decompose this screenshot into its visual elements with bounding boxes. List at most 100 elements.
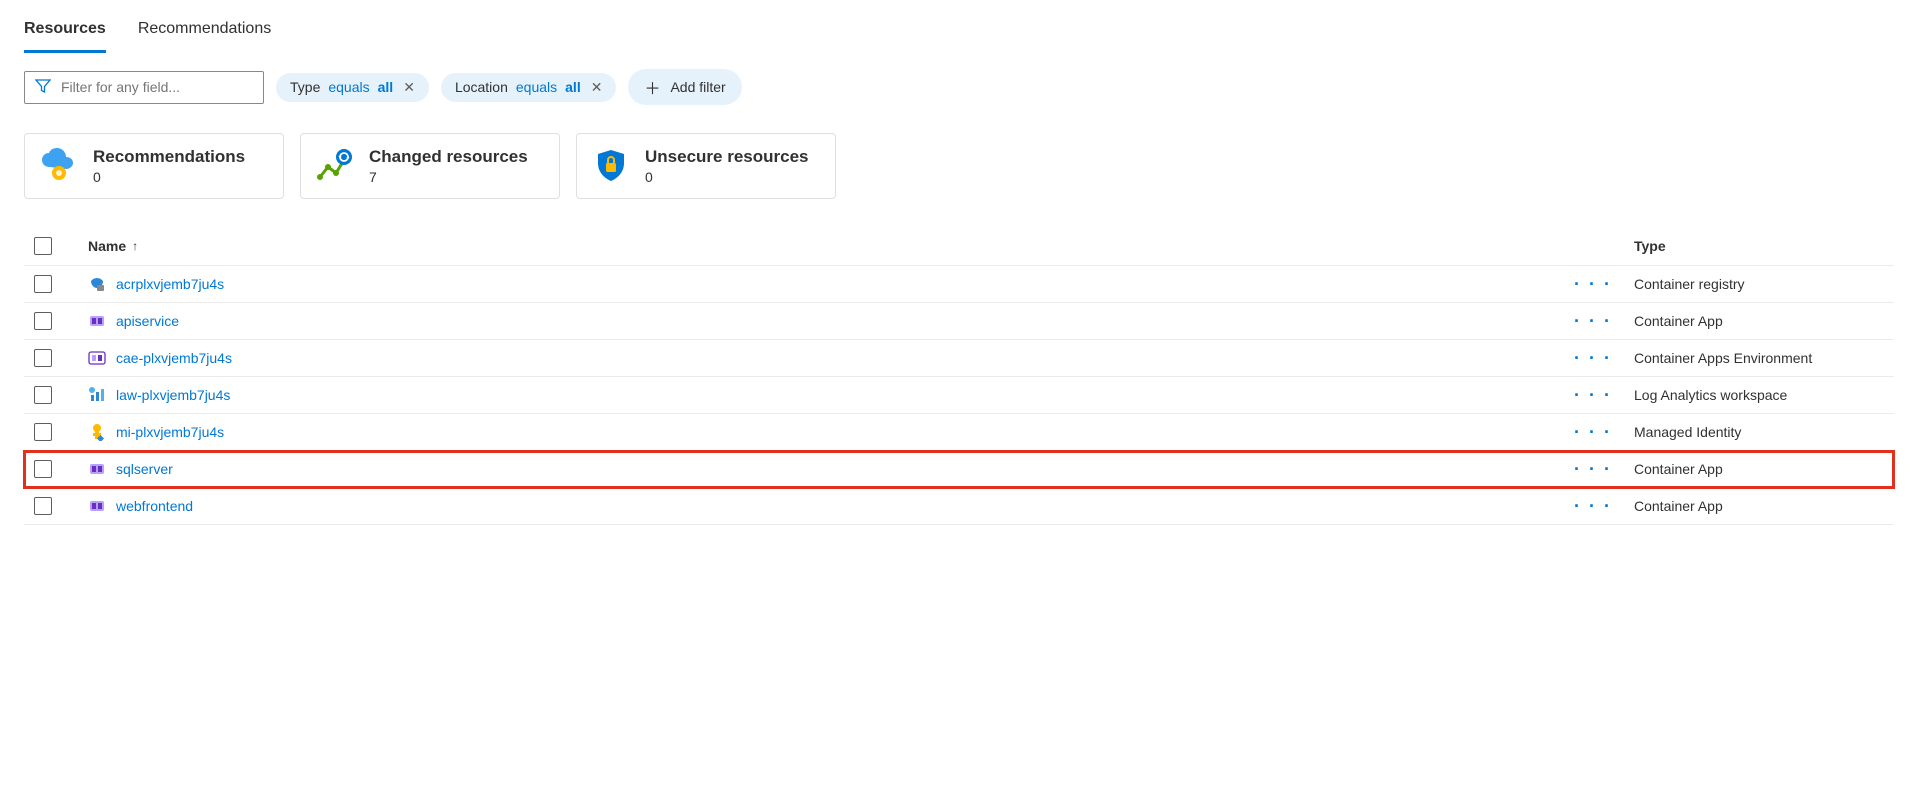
- table-row: law-plxvjemb7ju4s · · · Log Analytics work…: [24, 377, 1894, 414]
- row-name-cell: cae-plxvjemb7ju4s: [88, 349, 1574, 367]
- column-header-type[interactable]: Type: [1634, 238, 1894, 254]
- tab-recommendations[interactable]: Recommendations: [138, 12, 271, 53]
- add-filter-button[interactable]: ＋ Add filter: [628, 69, 741, 105]
- row-type-cell: Container registry: [1634, 276, 1894, 292]
- card-unsecure-count: 0: [645, 169, 808, 185]
- filter-pill-location-label: Location: [455, 79, 508, 95]
- row-checkbox-cell: [34, 275, 88, 293]
- row-actions-cell: · · ·: [1574, 423, 1634, 441]
- table-row: acrplxvjemb7ju4s · · · Container registry: [24, 266, 1894, 303]
- resource-link[interactable]: mi-plxvjemb7ju4s: [116, 424, 224, 440]
- containerapp-icon: [88, 312, 106, 330]
- changed-icon: [315, 146, 355, 186]
- tabs-bar: Resources Recommendations: [24, 0, 1894, 53]
- table-header: Name ↑ Type: [24, 227, 1894, 266]
- resource-link[interactable]: webfrontend: [116, 498, 193, 514]
- row-checkbox[interactable]: [34, 275, 52, 293]
- law-icon: [88, 386, 106, 404]
- row-checkbox[interactable]: [34, 497, 52, 515]
- column-header-name-label: Name: [88, 238, 126, 254]
- row-type-cell: Container Apps Environment: [1634, 350, 1894, 366]
- row-actions-cell: · · ·: [1574, 386, 1634, 404]
- row-checkbox-cell: [34, 386, 88, 404]
- row-type-cell: Container App: [1634, 313, 1894, 329]
- table-row: webfrontend · · · Container App: [24, 488, 1894, 525]
- resource-link[interactable]: law-plxvjemb7ju4s: [116, 387, 230, 403]
- row-checkbox[interactable]: [34, 386, 52, 404]
- containerapp-icon: [88, 460, 106, 478]
- identity-icon: [88, 423, 106, 441]
- resource-link[interactable]: apiservice: [116, 313, 179, 329]
- card-changed-title: Changed resources: [369, 147, 528, 167]
- row-checkbox-cell: [34, 497, 88, 515]
- filter-pill-location[interactable]: Location equals all ✕: [441, 73, 617, 102]
- caenv-icon: [88, 349, 106, 367]
- card-unsecure-resources[interactable]: Unsecure resources 0: [576, 133, 836, 199]
- add-filter-label: Add filter: [670, 79, 725, 95]
- header-checkbox-cell: [34, 237, 88, 255]
- recommendations-icon: [39, 146, 79, 186]
- tab-resources[interactable]: Resources: [24, 12, 106, 53]
- card-recommendations-title: Recommendations: [93, 147, 245, 167]
- column-header-name[interactable]: Name ↑: [88, 238, 1574, 254]
- row-actions-cell: · · ·: [1574, 460, 1634, 478]
- row-checkbox-cell: [34, 312, 88, 330]
- filter-pill-type-op: equals: [328, 79, 369, 95]
- more-actions-button[interactable]: · · ·: [1574, 275, 1612, 293]
- containerapp-icon: [88, 497, 106, 515]
- more-actions-button[interactable]: · · ·: [1574, 312, 1612, 330]
- filter-pill-type-val: all: [378, 79, 394, 95]
- filter-pill-type-label: Type: [290, 79, 320, 95]
- more-actions-button[interactable]: · · ·: [1574, 349, 1612, 367]
- row-checkbox-cell: [34, 423, 88, 441]
- filter-pill-location-op: equals: [516, 79, 557, 95]
- row-name-cell: apiservice: [88, 312, 1574, 330]
- row-checkbox[interactable]: [34, 312, 52, 330]
- registry-icon: [88, 275, 106, 293]
- row-actions-cell: · · ·: [1574, 275, 1634, 293]
- resource-link[interactable]: acrplxvjemb7ju4s: [116, 276, 224, 292]
- row-name-cell: webfrontend: [88, 497, 1574, 515]
- row-checkbox[interactable]: [34, 349, 52, 367]
- resource-link[interactable]: sqlserver: [116, 461, 173, 477]
- row-checkbox[interactable]: [34, 460, 52, 478]
- filter-input[interactable]: [61, 79, 253, 95]
- filter-input-wrapper[interactable]: [24, 71, 264, 104]
- table-row: sqlserver · · · Container App: [24, 451, 1894, 488]
- filter-bar: Type equals all ✕ Location equals all ✕ …: [24, 69, 1894, 105]
- filter-pill-type[interactable]: Type equals all ✕: [276, 73, 429, 102]
- row-checkbox-cell: [34, 460, 88, 478]
- row-type-cell: Container App: [1634, 498, 1894, 514]
- card-unsecure-title: Unsecure resources: [645, 147, 808, 167]
- row-actions-cell: · · ·: [1574, 312, 1634, 330]
- row-checkbox[interactable]: [34, 423, 52, 441]
- table-row: cae-plxvjemb7ju4s · · · Container Apps Env…: [24, 340, 1894, 377]
- card-changed-resources[interactable]: Changed resources 7: [300, 133, 560, 199]
- filter-pill-location-val: all: [565, 79, 581, 95]
- table-row: mi-plxvjemb7ju4s · · · Managed Identity: [24, 414, 1894, 451]
- sort-ascending-icon: ↑: [132, 239, 138, 253]
- more-actions-button[interactable]: · · ·: [1574, 460, 1612, 478]
- more-actions-button[interactable]: · · ·: [1574, 497, 1612, 515]
- row-type-cell: Container App: [1634, 461, 1894, 477]
- close-icon[interactable]: ✕: [589, 79, 603, 96]
- row-actions-cell: · · ·: [1574, 349, 1634, 367]
- table-body: acrplxvjemb7ju4s· · ·Container registrya…: [24, 266, 1894, 525]
- resources-table: Name ↑ Type acrplxvjemb7ju4s · · · Contain…: [24, 227, 1894, 525]
- card-changed-count: 7: [369, 169, 528, 185]
- row-name-cell: law-plxvjemb7ju4s: [88, 386, 1574, 404]
- row-type-cell: Log Analytics workspace: [1634, 387, 1894, 403]
- close-icon[interactable]: ✕: [401, 79, 415, 96]
- card-recommendations[interactable]: Recommendations 0: [24, 133, 284, 199]
- resource-link[interactable]: cae-plxvjemb7ju4s: [116, 350, 232, 366]
- more-actions-button[interactable]: · · ·: [1574, 423, 1612, 441]
- summary-cards: Recommendations 0 Changed resources 7: [24, 133, 1894, 199]
- unsecure-icon: [591, 146, 631, 186]
- row-type-cell: Managed Identity: [1634, 424, 1894, 440]
- row-name-cell: mi-plxvjemb7ju4s: [88, 423, 1574, 441]
- table-row: apiservice · · · Container App: [24, 303, 1894, 340]
- more-actions-button[interactable]: · · ·: [1574, 386, 1612, 404]
- card-recommendations-count: 0: [93, 169, 245, 185]
- select-all-checkbox[interactable]: [34, 237, 52, 255]
- row-name-cell: acrplxvjemb7ju4s: [88, 275, 1574, 293]
